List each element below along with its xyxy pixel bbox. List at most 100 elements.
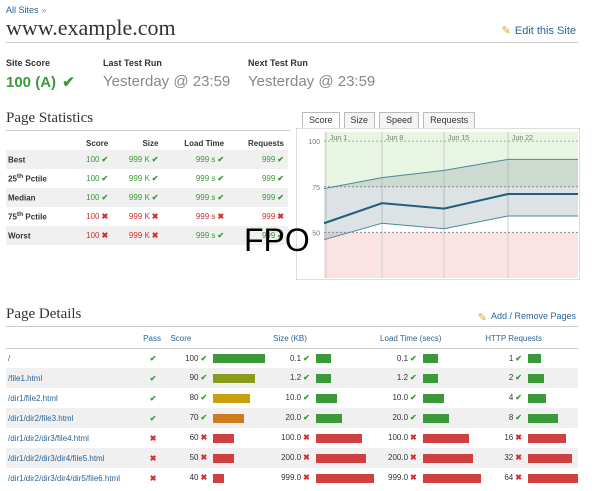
stats-header-score: Score bbox=[85, 139, 109, 148]
stats-cell: 100 ✔ bbox=[72, 188, 113, 207]
details-size-bar bbox=[315, 453, 366, 463]
check-icon: ✔ bbox=[277, 155, 284, 164]
stats-row: 25th Pctile 100 ✔ 999 K ✔ 999 s ✔ 999 ✔ bbox=[6, 169, 288, 188]
table-row: / ✔ 100 ✔ 0.1 ✔ 0.1 ✔ 1 ✔ bbox=[6, 348, 578, 368]
add-remove-pages-link[interactable]: ✎ Add / Remove Pages bbox=[478, 311, 576, 324]
x-icon: ✖ bbox=[200, 453, 208, 463]
breadcrumb-all-sites[interactable]: All Sites bbox=[6, 5, 39, 15]
edit-site-link[interactable]: ✎ Edit this Site bbox=[501, 24, 576, 38]
stats-cell-value: 100 bbox=[86, 174, 100, 183]
x-icon: ✖ bbox=[515, 473, 522, 483]
stats-cell: 999 s ✖ bbox=[162, 207, 228, 226]
details-load-cell: 10.0 ✔ bbox=[380, 388, 485, 408]
stats-cell: 999 ✔ bbox=[228, 188, 288, 207]
check-icon: ✔ bbox=[410, 353, 417, 363]
page-path-link[interactable]: /dir1/dir2/file3.html bbox=[8, 414, 73, 423]
stats-cell-value: 999 bbox=[261, 212, 276, 221]
stats-row: Median 100 ✔ 999 K ✔ 999 s ✔ 999 ✔ bbox=[6, 188, 288, 207]
pencil-icon: ✎ bbox=[477, 312, 487, 324]
details-score-value: 70 bbox=[189, 413, 199, 423]
tab-size[interactable]: Size bbox=[343, 112, 376, 128]
check-icon: ✔ bbox=[200, 353, 208, 363]
stats-cell-value: 999 s bbox=[195, 155, 216, 164]
x-icon: ✖ bbox=[515, 433, 522, 443]
stats-cell: 999 s ✔ bbox=[162, 169, 228, 188]
page-path-link[interactable]: /dir1/file2.html bbox=[8, 394, 58, 403]
details-load-bar bbox=[422, 413, 449, 423]
check-icon: ✔ bbox=[151, 174, 159, 183]
tab-requests[interactable]: Requests bbox=[423, 112, 476, 128]
stats-row-label: Best bbox=[6, 150, 73, 169]
stats-row-label: 25th Pctile bbox=[6, 169, 73, 188]
pencil-icon: ✎ bbox=[501, 25, 511, 37]
details-size-cell: 1.2 ✔ bbox=[273, 368, 381, 388]
x-icon: ✖ bbox=[149, 433, 157, 443]
details-score-value: 50 bbox=[189, 453, 199, 463]
page-path-link[interactable]: /dir1/dir2/dir3/dir4/dir5/file6.html bbox=[8, 474, 120, 483]
page-path-cell: /file1.html bbox=[6, 368, 134, 388]
details-load-value: 1.2 bbox=[396, 373, 409, 383]
x-icon: ✖ bbox=[151, 231, 159, 240]
stats-cell: 999 K ✖ bbox=[112, 226, 163, 245]
header-divider bbox=[6, 42, 578, 43]
details-score-cell: 90 ✔ bbox=[170, 368, 274, 388]
check-icon: ✔ bbox=[200, 373, 208, 383]
stats-row-label-text: 75 bbox=[8, 212, 17, 222]
page-path-cell: / bbox=[6, 348, 134, 368]
table-row: /dir1/file2.html ✔ 80 ✔ 10.0 ✔ 10.0 ✔ 4 ✔ bbox=[6, 388, 578, 408]
x-icon: ✖ bbox=[149, 453, 157, 463]
details-req-cell: 2 ✔ bbox=[485, 368, 578, 388]
site-score-label: Site Score bbox=[6, 58, 51, 68]
details-score-value: 40 bbox=[189, 473, 199, 483]
page-path-link[interactable]: /dir1/dir2/dir3/file4.html bbox=[8, 434, 89, 443]
details-req-cell: 64 ✖ bbox=[485, 468, 578, 488]
stats-cell: 999 s ✔ bbox=[162, 150, 229, 169]
table-row: /dir1/dir2/file3.html ✔ 70 ✔ 20.0 ✔ 20.0 ✔ 8 ✔ bbox=[6, 408, 578, 428]
details-load-bar bbox=[422, 353, 438, 363]
check-icon: ✔ bbox=[303, 353, 310, 363]
page-path-link[interactable]: /file1.html bbox=[8, 374, 42, 383]
page-path-cell: /dir1/dir2/dir3/dir4/file5.html bbox=[6, 448, 134, 468]
stats-row: Best 100 ✔ 999 K ✔ 999 s ✔ 999 ✔ bbox=[6, 150, 288, 169]
x-icon: ✖ bbox=[303, 453, 310, 463]
check-icon: ✔ bbox=[200, 393, 208, 403]
stats-cell-value: 100 bbox=[86, 212, 100, 221]
details-score-bar bbox=[213, 373, 256, 383]
stats-row-label-text: Best bbox=[8, 155, 26, 165]
tab-speed[interactable]: Speed bbox=[379, 112, 420, 128]
x-icon: ✖ bbox=[200, 473, 208, 483]
stats-row-label-text: Worst bbox=[8, 231, 31, 241]
details-load-cell: 200.0 ✖ bbox=[380, 448, 486, 468]
x-icon: ✖ bbox=[303, 473, 310, 483]
details-load-cell: 1.2 ✔ bbox=[380, 368, 486, 388]
chart-tabs: Score Size Speed Requests bbox=[302, 112, 476, 128]
score-trend-chart: Jun 1 Jun 8 Jun 15 Jun 225075100 bbox=[296, 128, 580, 280]
details-pass-cell: ✔ bbox=[133, 368, 171, 388]
stats-cell: 999 K ✔ bbox=[112, 150, 163, 169]
details-size-cell: 100.0 ✖ bbox=[273, 428, 380, 448]
stats-cell-value: 999 s bbox=[195, 212, 216, 221]
details-req-value: 4 bbox=[508, 393, 514, 403]
details-req-cell: 1 ✔ bbox=[485, 348, 578, 368]
details-load-bar bbox=[422, 393, 444, 403]
details-score-bar bbox=[213, 453, 235, 463]
stats-cell: 999 s ✔ bbox=[162, 226, 229, 245]
x-icon: ✖ bbox=[277, 212, 284, 221]
details-load-cell: 20.0 ✔ bbox=[380, 408, 486, 428]
page-path-link[interactable]: /dir1/dir2/dir3/dir4/file5.html bbox=[8, 454, 104, 463]
details-score-cell: 50 ✖ bbox=[170, 448, 274, 468]
page-path-cell: /dir1/file2.html bbox=[6, 388, 134, 408]
table-row: /dir1/dir2/dir3/dir4/dir5/file6.html ✖ 40 ✖… bbox=[6, 468, 578, 488]
edit-site-label: Edit this Site bbox=[514, 24, 576, 37]
check-icon: ✔ bbox=[303, 393, 310, 403]
details-score-value: 90 bbox=[189, 373, 199, 383]
details-load-value: 100.0 bbox=[388, 433, 409, 443]
details-pass-cell: ✖ bbox=[134, 468, 171, 488]
details-size-bar bbox=[315, 433, 362, 443]
stats-cell-value: 999 K bbox=[128, 155, 150, 164]
page-path-link[interactable]: / bbox=[8, 354, 10, 363]
x-icon: ✖ bbox=[217, 212, 225, 221]
page-statistics-title: Page Statistics bbox=[6, 110, 94, 126]
tab-score[interactable]: Score bbox=[302, 112, 340, 128]
details-req-value: 1 bbox=[508, 353, 514, 363]
